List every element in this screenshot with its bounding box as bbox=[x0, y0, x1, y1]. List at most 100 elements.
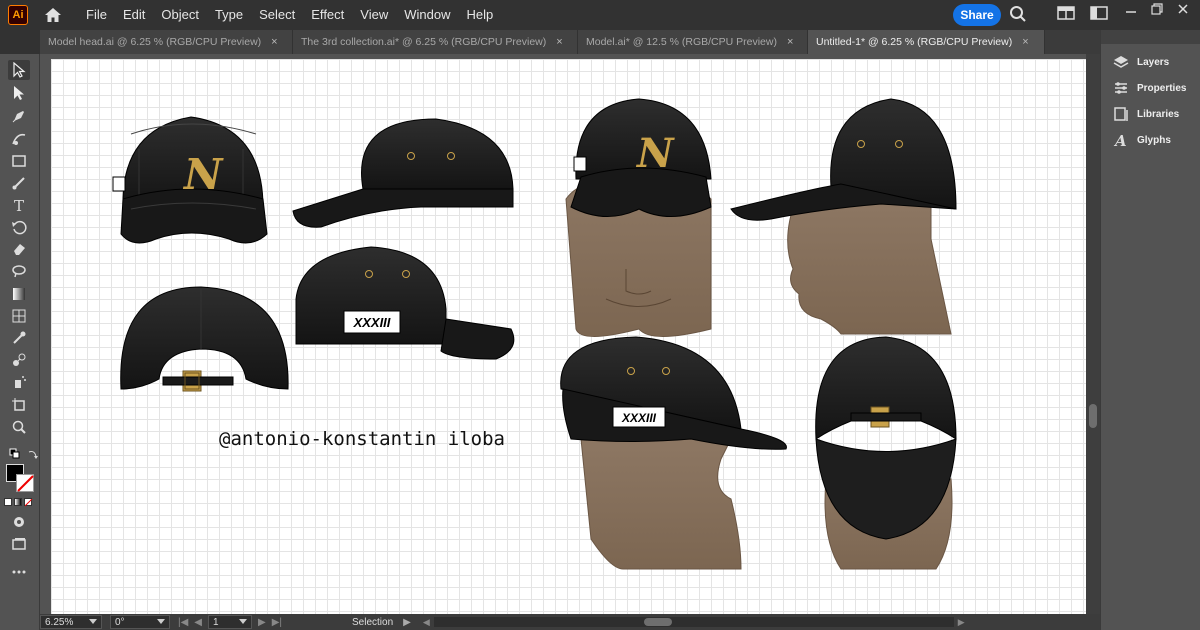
arrange-documents-icon[interactable] bbox=[1057, 5, 1075, 26]
illustrator-window: Ai File Edit Object Type Select Effect V… bbox=[0, 0, 1200, 630]
cap-back-view bbox=[120, 286, 289, 392]
vertical-scroll-thumb[interactable] bbox=[1089, 404, 1097, 428]
menu-window[interactable]: Window bbox=[396, 0, 458, 30]
home-icon[interactable] bbox=[42, 4, 64, 26]
head-front-view: N bbox=[565, 98, 712, 337]
pen-tool-icon[interactable] bbox=[8, 106, 30, 126]
gradient-tool-icon[interactable] bbox=[8, 284, 30, 304]
menu-effect[interactable]: Effect bbox=[303, 0, 352, 30]
menu-type[interactable]: Type bbox=[207, 0, 251, 30]
zoom-tool-icon[interactable] bbox=[8, 417, 30, 437]
cap-side-view-label: XXXIII bbox=[295, 246, 515, 360]
main-menu: File Edit Object Type Select Effect View… bbox=[78, 0, 501, 30]
next-artboard-icon[interactable]: ▶ bbox=[258, 617, 266, 628]
status-menu-arrow-icon[interactable]: ▶ bbox=[403, 617, 411, 628]
mesh-tool-icon[interactable] bbox=[8, 306, 30, 326]
minimize-icon[interactable] bbox=[1124, 2, 1138, 21]
panel-libraries[interactable]: Libraries bbox=[1113, 106, 1179, 122]
current-tool-label: Selection bbox=[352, 616, 394, 628]
color-mode-icon[interactable] bbox=[4, 498, 12, 506]
draw-mode-icon[interactable] bbox=[8, 512, 30, 532]
panel-properties[interactable]: Properties bbox=[1113, 80, 1186, 96]
none-mode-icon[interactable] bbox=[24, 498, 33, 507]
direct-selection-tool-icon[interactable] bbox=[8, 83, 30, 103]
search-icon[interactable] bbox=[1009, 5, 1027, 28]
cap-side-view bbox=[292, 118, 514, 228]
head-side-view bbox=[730, 98, 957, 335]
tools-panel: T bbox=[0, 54, 40, 630]
artwork-layer: N XXXIII N XXXIII bbox=[112, 98, 957, 570]
menu-object[interactable]: Object bbox=[153, 0, 207, 30]
panel-layers-label: Layers bbox=[1137, 56, 1170, 68]
scroll-right-icon[interactable]: ▶ bbox=[958, 617, 965, 628]
tab-close-icon[interactable]: × bbox=[556, 36, 562, 48]
menu-view[interactable]: View bbox=[352, 0, 396, 30]
tab-close-icon[interactable]: × bbox=[271, 36, 277, 48]
panel-header[interactable] bbox=[1101, 30, 1200, 44]
artboard-navigator: |◀ ◀ 1 ▶ ▶| bbox=[178, 615, 282, 629]
canvas-area[interactable]: N XXXIII N XXXIII @antonio-konstantin il… bbox=[40, 54, 1086, 614]
last-artboard-icon[interactable]: ▶| bbox=[272, 617, 282, 628]
eraser-tool-icon[interactable] bbox=[8, 239, 30, 259]
tab-untitled-1[interactable]: Untitled-1* @ 6.25 % (RGB/CPU Preview) × bbox=[808, 30, 1045, 54]
rectangle-tool-icon[interactable] bbox=[8, 151, 30, 171]
rotation-value: 0° bbox=[115, 616, 125, 628]
first-artboard-icon[interactable]: |◀ bbox=[178, 617, 188, 628]
menu-file[interactable]: File bbox=[78, 0, 115, 30]
rotation-field[interactable]: 0° bbox=[110, 615, 170, 629]
cap-front-view: N bbox=[112, 116, 268, 244]
more-tools-icon[interactable] bbox=[8, 562, 30, 582]
cap-monogram: N bbox=[182, 150, 224, 199]
workspace-icon[interactable] bbox=[1090, 5, 1108, 26]
symbol-sprayer-tool-icon[interactable] bbox=[8, 372, 30, 392]
menu-edit[interactable]: Edit bbox=[115, 0, 153, 30]
head-back-view bbox=[815, 336, 957, 570]
zoom-value: 6.25% bbox=[45, 616, 74, 628]
tab-close-icon[interactable]: × bbox=[1022, 36, 1028, 48]
stroke-color-swatch[interactable] bbox=[16, 474, 34, 492]
tab-model[interactable]: Model.ai* @ 12.5 % (RGB/CPU Preview) × bbox=[578, 30, 808, 54]
scroll-left-icon[interactable]: ◀ bbox=[423, 617, 430, 628]
horizontal-scroll-thumb[interactable] bbox=[643, 618, 672, 626]
menu-help[interactable]: Help bbox=[458, 0, 501, 30]
tabbar-gutter bbox=[0, 30, 40, 54]
tab-label: The 3rd collection.ai* @ 6.25 % (RGB/CPU… bbox=[301, 36, 547, 48]
close-icon[interactable] bbox=[1176, 2, 1190, 21]
horizontal-scroll-track[interactable] bbox=[433, 617, 954, 627]
restore-icon[interactable] bbox=[1150, 2, 1164, 21]
menu-bar: Ai File Edit Object Type Select Effect V… bbox=[0, 0, 1200, 30]
head-side-profile-view: XXXIII bbox=[560, 336, 787, 570]
tab-model-head[interactable]: Model head.ai @ 6.25 % (RGB/CPU Preview)… bbox=[40, 30, 293, 54]
share-button[interactable]: Share bbox=[953, 4, 1001, 26]
artboard-number: 1 bbox=[213, 616, 219, 628]
artboard-tool-icon[interactable] bbox=[8, 395, 30, 415]
blend-tool-icon[interactable] bbox=[8, 350, 30, 370]
screen-mode-icon[interactable] bbox=[8, 534, 30, 554]
eyedropper-tool-icon[interactable] bbox=[8, 328, 30, 348]
tab-close-icon[interactable]: × bbox=[787, 36, 793, 48]
menu-select[interactable]: Select bbox=[251, 0, 303, 30]
selection-tool-icon[interactable] bbox=[8, 60, 30, 80]
artboard-number-field[interactable]: 1 bbox=[208, 615, 252, 629]
libraries-icon bbox=[1114, 107, 1128, 121]
lasso-tool-icon[interactable] bbox=[8, 261, 30, 281]
gradient-mode-icon[interactable] bbox=[14, 498, 22, 506]
fill-stroke-swatch[interactable] bbox=[6, 464, 36, 494]
properties-icon bbox=[1115, 82, 1127, 94]
cap-label-text: XXXIII bbox=[353, 315, 391, 330]
tab-3rd-collection[interactable]: The 3rd collection.ai* @ 6.25 % (RGB/CPU… bbox=[293, 30, 578, 54]
svg-text:T: T bbox=[14, 197, 24, 213]
curvature-tool-icon[interactable] bbox=[8, 129, 30, 149]
prev-artboard-icon[interactable]: ◀ bbox=[194, 617, 202, 628]
paintbrush-tool-icon[interactable] bbox=[8, 173, 30, 193]
vertical-scrollbar[interactable] bbox=[1086, 54, 1100, 614]
panel-glyphs[interactable]: A Glyphs bbox=[1113, 132, 1171, 148]
panel-layers[interactable]: Layers bbox=[1113, 54, 1169, 70]
artboard[interactable]: N XXXIII N XXXIII @antonio-konstantin il… bbox=[51, 59, 1086, 614]
horizontal-scrollbar[interactable]: ◀ ▶ bbox=[423, 617, 965, 628]
document-tabs: Model head.ai @ 6.25 % (RGB/CPU Preview)… bbox=[0, 30, 1100, 54]
rotate-tool-icon[interactable] bbox=[8, 217, 30, 237]
chevron-down-icon bbox=[239, 619, 247, 624]
type-tool-icon[interactable]: T bbox=[8, 195, 30, 215]
zoom-field[interactable]: 6.25% bbox=[40, 615, 102, 629]
